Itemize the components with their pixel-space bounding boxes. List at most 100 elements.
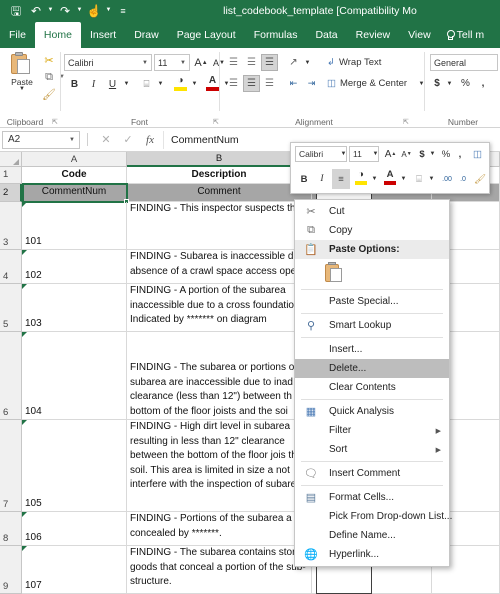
- accounting-dropdown-icon[interactable]: ▼: [445, 75, 454, 92]
- context-menu-item-insert[interactable]: Insert...: [295, 340, 449, 359]
- mini-grow-font-button[interactable]: A ▲: [383, 146, 398, 162]
- mini-increase-decimal-button[interactable]: .00: [439, 170, 455, 188]
- context-menu-item-format-cells[interactable]: ▤ Format Cells...: [295, 488, 449, 507]
- mini-bold-button[interactable]: B: [296, 170, 312, 188]
- context-menu-item-insert-comment[interactable]: 🗨 Insert Comment: [295, 464, 449, 483]
- grow-font-button[interactable]: A ▲: [193, 54, 209, 71]
- format-painter-icon[interactable]: 🖌: [40, 86, 58, 102]
- cell-a5[interactable]: 103: [22, 284, 127, 332]
- increase-indent-icon[interactable]: ⇥: [303, 75, 320, 92]
- merge-center-button[interactable]: ◫ Merge & Center: [327, 75, 417, 92]
- underline-button[interactable]: U: [104, 75, 121, 93]
- cell-a6[interactable]: 104: [22, 332, 127, 420]
- font-size-dropdown-icon[interactable]: ▼: [180, 60, 186, 66]
- font-name-input[interactable]: Calibri ▼: [64, 54, 152, 71]
- align-right-button[interactable]: ☰: [261, 75, 278, 92]
- context-menu-item-paste-special[interactable]: Paste Special...: [295, 292, 449, 311]
- mini-percent-button[interactable]: %: [439, 146, 453, 162]
- font-dialog-launcher[interactable]: ⇱: [213, 118, 219, 126]
- context-menu-item-hyperlink[interactable]: 🌐 Hyperlink...: [295, 545, 449, 564]
- align-center-button[interactable]: ☰: [243, 75, 260, 92]
- cell-a1[interactable]: Code: [22, 167, 127, 184]
- enter-icon[interactable]: ✓: [117, 133, 139, 146]
- context-menu-item-smart-lookup[interactable]: ⚲ Smart Lookup: [295, 316, 449, 335]
- mini-format-painter-icon[interactable]: 🖌: [472, 170, 488, 188]
- row-header-5[interactable]: 5: [0, 284, 22, 332]
- context-menu-item-pick-from-dropdown-list[interactable]: Pick From Drop-down List...: [295, 507, 452, 526]
- tab-draw[interactable]: Draw: [125, 22, 168, 48]
- align-middle-button[interactable]: ☰: [243, 54, 260, 71]
- borders-icon[interactable]: ⌸: [138, 75, 155, 93]
- cell-a3[interactable]: 101: [22, 202, 127, 250]
- context-menu-item-delete[interactable]: Delete...: [295, 359, 449, 378]
- context-menu-item-sort[interactable]: Sort ▶: [295, 440, 449, 459]
- cell-a7[interactable]: 105: [22, 420, 127, 512]
- cell-b9[interactable]: FINDING - The subarea contains stored go…: [127, 546, 312, 594]
- cell-b1[interactable]: Description: [127, 167, 312, 184]
- mini-font-color-icon[interactable]: A: [382, 168, 398, 181]
- context-menu-item-clear-contents[interactable]: Clear Contents: [295, 378, 449, 397]
- clipboard-dialog-launcher[interactable]: ⇱: [52, 118, 58, 126]
- mini-font-size-dropdown-icon[interactable]: ▼: [371, 146, 380, 162]
- mini-comma-button[interactable]: ,: [454, 146, 466, 162]
- name-box[interactable]: A2 ▼: [2, 130, 80, 149]
- mini-shrink-font-button[interactable]: A ▼: [399, 146, 414, 162]
- tab-formulas[interactable]: Formulas: [245, 22, 307, 48]
- mini-font-name-dropdown-icon[interactable]: ▼: [339, 146, 348, 162]
- cell-b6[interactable]: FINDING - The subarea or portions o suba…: [127, 332, 312, 420]
- percent-format-button[interactable]: %: [458, 75, 473, 92]
- row-header-4[interactable]: 4: [0, 250, 22, 284]
- cell-b7[interactable]: FINDING - High dirt level in subarea res…: [127, 420, 312, 512]
- mini-borders-dropdown-icon[interactable]: ▼: [427, 170, 436, 188]
- alignment-dialog-launcher[interactable]: ⇱: [403, 118, 409, 126]
- align-bottom-button[interactable]: ☰: [261, 54, 278, 71]
- accounting-format-button[interactable]: $: [430, 75, 444, 92]
- font-size-input[interactable]: 11 ▼: [154, 54, 190, 71]
- row-header-3[interactable]: 3: [0, 202, 22, 250]
- row-header-8[interactable]: 8: [0, 512, 22, 546]
- tab-review[interactable]: Review: [347, 22, 399, 48]
- row-header-9[interactable]: 9: [0, 546, 22, 594]
- context-menu-item-copy[interactable]: ⧉ Copy: [295, 221, 449, 240]
- cell-b2[interactable]: Comment: [127, 184, 312, 202]
- cell-b3[interactable]: FINDING - This inspector suspects th ***…: [127, 202, 312, 250]
- mini-italic-button[interactable]: I: [314, 170, 330, 188]
- mini-decrease-decimal-button[interactable]: .0: [455, 170, 471, 188]
- context-menu-item-cut[interactable]: ✂ Cut: [295, 202, 449, 221]
- decrease-indent-icon[interactable]: ⇤: [285, 75, 302, 92]
- paste-dropdown-icon[interactable]: ▼: [4, 86, 40, 92]
- insert-function-icon[interactable]: fx: [139, 134, 161, 146]
- cell-b8[interactable]: FINDING - Portions of the subarea a conc…: [127, 512, 312, 546]
- mini-accounting-dropdown-icon[interactable]: ▼: [428, 146, 437, 162]
- mini-font-color-dropdown-icon[interactable]: ▼: [399, 170, 408, 188]
- cell-b4[interactable]: FINDING - Subarea is inaccessible d abse…: [127, 250, 312, 284]
- mini-borders-icon[interactable]: ⌸: [411, 170, 427, 188]
- mini-fill-color-icon[interactable]: ◑: [353, 168, 369, 181]
- row-header-6[interactable]: 6: [0, 332, 22, 420]
- orientation-icon[interactable]: ↗: [285, 54, 302, 71]
- underline-dropdown-icon[interactable]: ▼: [122, 75, 131, 93]
- tell-me-search[interactable]: Tell m: [440, 22, 490, 48]
- column-header-b[interactable]: B: [127, 152, 312, 167]
- tab-page-layout[interactable]: Page Layout: [168, 22, 245, 48]
- cancel-icon[interactable]: ✕: [95, 133, 117, 146]
- tab-file[interactable]: File: [0, 22, 35, 48]
- orientation-dropdown-icon[interactable]: ▼: [303, 54, 312, 71]
- context-menu-paste-option-keep-source[interactable]: [295, 259, 449, 287]
- tab-home[interactable]: Home: [34, 22, 81, 48]
- cut-icon[interactable]: ✂: [40, 52, 58, 68]
- column-header-a[interactable]: A: [22, 152, 127, 167]
- font-name-dropdown-icon[interactable]: ▼: [142, 60, 148, 66]
- mini-fill-color-dropdown-icon[interactable]: ▼: [370, 170, 379, 188]
- cell-a9[interactable]: 107: [22, 546, 127, 594]
- fill-color-dropdown-icon[interactable]: ▼: [190, 75, 199, 93]
- italic-button[interactable]: I: [85, 75, 102, 93]
- mini-accounting-button[interactable]: $: [416, 146, 428, 162]
- bold-button[interactable]: B: [66, 75, 83, 93]
- tab-view[interactable]: View: [399, 22, 440, 48]
- number-format-input[interactable]: General: [430, 54, 498, 71]
- context-menu-item-quick-analysis[interactable]: ▦ Quick Analysis: [295, 402, 449, 421]
- row-header-1[interactable]: 1: [0, 167, 22, 184]
- cell-a8[interactable]: 106: [22, 512, 127, 546]
- fill-color-icon[interactable]: ◑: [172, 73, 189, 87]
